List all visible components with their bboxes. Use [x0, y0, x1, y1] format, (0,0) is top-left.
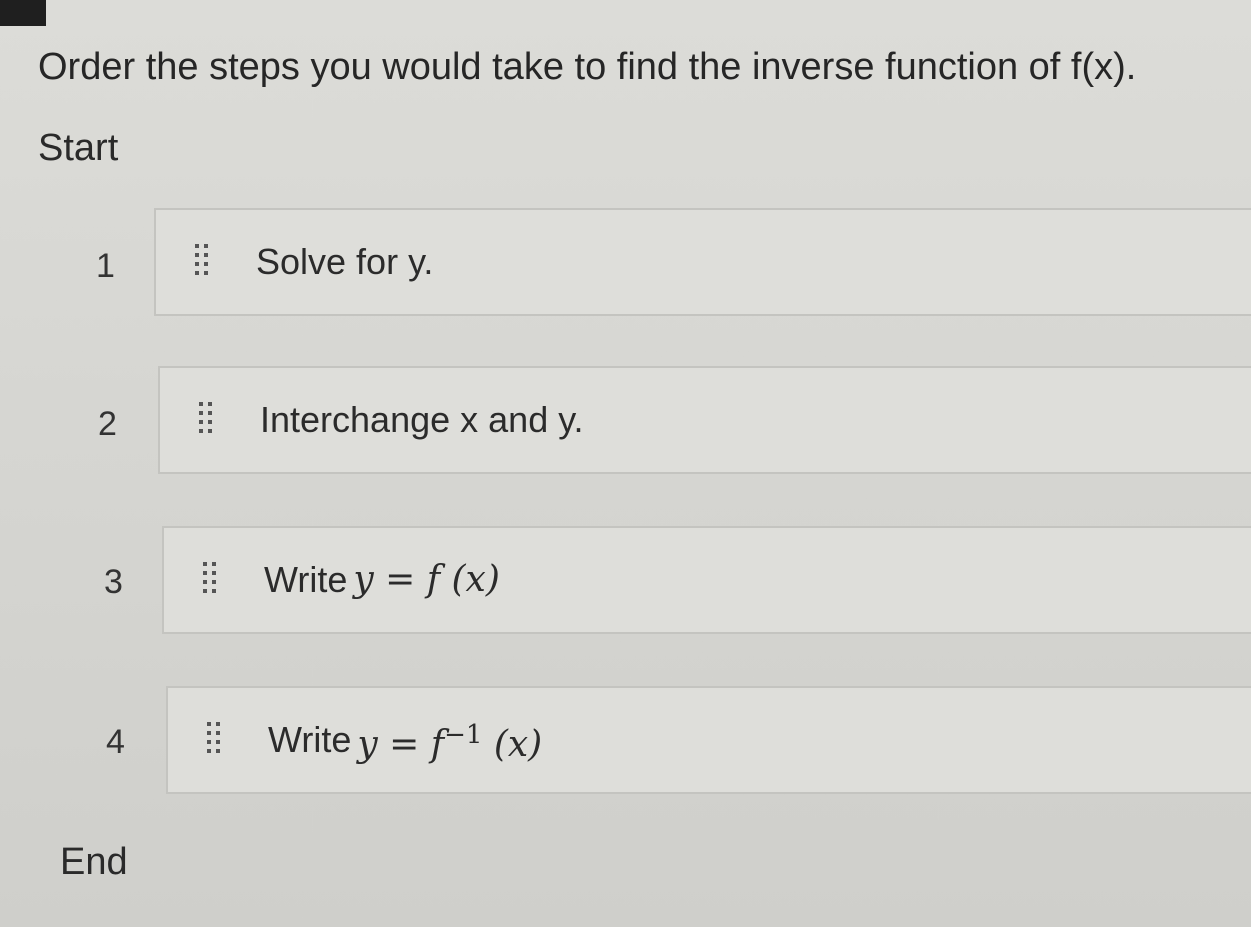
- step-text: Write: [264, 559, 348, 600]
- step-number-1: 1: [96, 247, 115, 285]
- step-card-4[interactable]: Write y = f−1 (x): [166, 686, 1251, 794]
- step-number-4: 4: [106, 723, 125, 761]
- drag-handle-icon[interactable]: [200, 558, 220, 602]
- math-superscript: −1: [444, 720, 483, 750]
- end-label: End: [60, 841, 128, 883]
- step-math: y = f−1 (x): [357, 713, 542, 767]
- question-prompt: Order the steps you would take to find t…: [38, 46, 1137, 88]
- step-number-3: 3: [104, 563, 123, 601]
- step-card-3[interactable]: Write y = f (x): [162, 526, 1251, 634]
- step-card-2[interactable]: Interchange x and y.: [158, 366, 1251, 474]
- top-edge-bar: [0, 0, 46, 26]
- drag-handle-icon[interactable]: [196, 398, 216, 442]
- drag-handle-icon[interactable]: [192, 240, 212, 284]
- step-card-1[interactable]: Solve for y.: [154, 208, 1251, 316]
- math-tail: (x): [482, 724, 543, 765]
- step-text: Write: [268, 719, 352, 760]
- drag-handle-icon[interactable]: [204, 718, 224, 762]
- start-label: Start: [38, 127, 119, 169]
- step-text: Interchange x and y.: [260, 399, 584, 440]
- step-math: y = f (x): [353, 559, 500, 600]
- math-base: y = f: [357, 724, 445, 765]
- step-text: Solve for y.: [256, 241, 434, 282]
- step-number-2: 2: [98, 405, 117, 443]
